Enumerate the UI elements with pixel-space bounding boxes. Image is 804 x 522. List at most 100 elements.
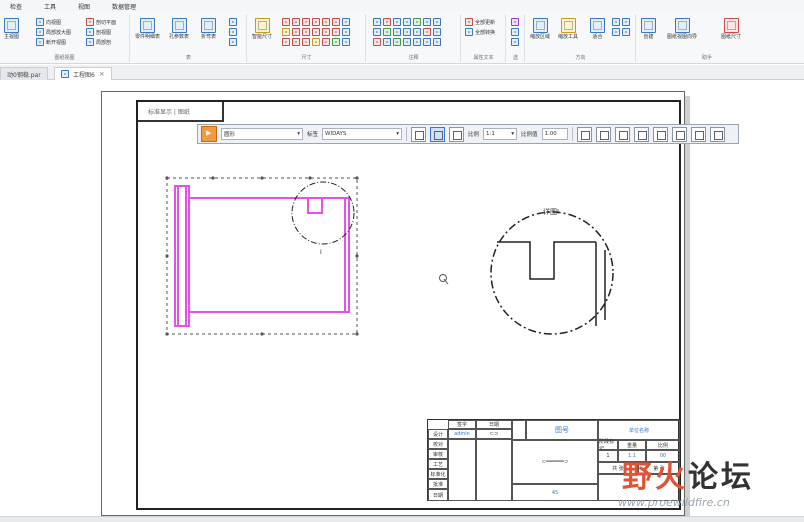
main-view-button[interactable]: 主视图: [4, 18, 19, 40]
pan-icon[interactable]: [612, 18, 620, 26]
annotation-tool-icon[interactable]: [393, 38, 401, 46]
tb-company: 单位名称: [598, 420, 680, 440]
select-tool-icon[interactable]: [511, 38, 519, 46]
view-wizard-button[interactable]: 图纸视图向导: [667, 18, 697, 40]
table-tool-icon[interactable]: [229, 38, 237, 46]
ribbon-group-assistant: 创建 图纸视图向导 图纸尺寸 助手: [637, 14, 777, 62]
dimension-tool-icon[interactable]: [342, 28, 350, 36]
detail-view-button[interactable]: 局部放大图: [36, 28, 71, 36]
convert-all-button[interactable]: 全部转换: [465, 28, 495, 36]
menu-item-data-management[interactable]: 数据管理: [112, 2, 136, 11]
shading-button[interactable]: [449, 126, 465, 142]
dimension-button[interactable]: [652, 126, 668, 142]
annotation-tool-icon[interactable]: [433, 28, 441, 36]
properties-button[interactable]: [633, 126, 649, 142]
cube-view-button[interactable]: [671, 126, 687, 142]
detail-style-dropdown[interactable]: 圆形 ▾: [221, 128, 303, 140]
annotation-tool-icon[interactable]: [433, 18, 441, 26]
dimension-tool-icon[interactable]: [302, 38, 310, 46]
menu-item-view[interactable]: 视图: [78, 2, 90, 11]
annotation-tool-icon[interactable]: [383, 28, 391, 36]
tb-row-label: 设计: [428, 429, 448, 439]
annotation-tool-icon[interactable]: [373, 18, 381, 26]
parts-list-button[interactable]: 零件明细表: [135, 18, 160, 40]
annotation-tool-icon[interactable]: [423, 38, 431, 46]
dimension-tool-icon[interactable]: [322, 38, 330, 46]
annotation-tool-icon[interactable]: [393, 28, 401, 36]
dimension-tool-icon[interactable]: [322, 28, 330, 36]
dimension-tool-icon[interactable]: [332, 18, 340, 26]
dimension-tool-icon[interactable]: [282, 28, 290, 36]
create-button[interactable]: 创建: [641, 18, 656, 40]
projected-view-button[interactable]: 向视图: [36, 18, 61, 26]
sheet-icon[interactable]: [612, 28, 620, 36]
update-all-button[interactable]: 全部更新: [465, 18, 495, 26]
broken-view-button[interactable]: 断开视图: [36, 38, 66, 46]
select-arrow-button[interactable]: [201, 126, 217, 142]
table-tool-icon[interactable]: [229, 18, 237, 26]
dimension-tool-icon[interactable]: [302, 28, 310, 36]
annotation-tool-icon[interactable]: [433, 38, 441, 46]
scale-dropdown[interactable]: 1:1 ▾: [483, 128, 518, 140]
zoom-icon[interactable]: [622, 18, 630, 26]
dimension-tool-icon[interactable]: [302, 18, 310, 26]
dimension-tool-icon[interactable]: [322, 18, 330, 26]
annotation-tool-icon[interactable]: [413, 38, 421, 46]
hole-table-icon: [171, 18, 187, 33]
menu-item-inspect[interactable]: 检查: [10, 2, 22, 11]
annotation-tool-icon[interactable]: [403, 18, 411, 26]
annotation-button[interactable]: [595, 126, 611, 142]
cutting-plane-button[interactable]: 剖切平面: [86, 18, 116, 26]
annotation-tool-icon[interactable]: [423, 18, 431, 26]
dimension-tool-icon[interactable]: [282, 38, 290, 46]
dimension-tool-icon[interactable]: [282, 18, 290, 26]
cube-view-alt-button[interactable]: [690, 126, 706, 142]
annotation-tool-icon[interactable]: [373, 38, 381, 46]
dimension-tool-icon[interactable]: [292, 18, 300, 26]
zoom-area-button[interactable]: 缩放区域: [530, 18, 550, 40]
annotation-tool-icon[interactable]: [423, 28, 431, 36]
break-out-section-button[interactable]: 局部剖: [86, 38, 111, 46]
section-view-button[interactable]: 剖视图: [86, 28, 111, 36]
select-tool-icon[interactable]: [511, 18, 519, 26]
scale-value-input[interactable]: 1.00: [541, 128, 568, 140]
tab-part-file[interactable]: 动0钢稳.par: [0, 67, 48, 80]
annotation-tool-icon[interactable]: [403, 38, 411, 46]
smart-dimension-button[interactable]: 智能尺寸: [252, 18, 272, 40]
break-out-section-icon: [86, 38, 94, 46]
annotation-tool-icon[interactable]: [403, 28, 411, 36]
fit-button[interactable]: 适合: [590, 18, 605, 40]
dimension-tool-icon[interactable]: [332, 28, 340, 36]
refresh-icon[interactable]: [622, 28, 630, 36]
select-tool-icon[interactable]: [511, 28, 519, 36]
dimension-tool-icon[interactable]: [292, 38, 300, 46]
view-display-button[interactable]: [430, 126, 446, 142]
close-icon[interactable]: ×: [99, 70, 105, 78]
menu-item-tools[interactable]: 工具: [44, 2, 56, 11]
dimension-tool-icon[interactable]: [342, 38, 350, 46]
hole-table-button[interactable]: 孔参数表: [169, 18, 189, 40]
annotation-tool-icon[interactable]: [373, 28, 381, 36]
tab-drawing[interactable]: 工程图6 ×: [54, 67, 112, 80]
sheet-size-button[interactable]: 图纸尺寸: [721, 18, 741, 40]
tb-row-label: 校对: [428, 439, 448, 449]
annotation-tool-icon[interactable]: [383, 38, 391, 46]
zoom-button[interactable]: [614, 126, 630, 142]
bend-table-button[interactable]: 折弯表: [201, 18, 216, 40]
label-input[interactable]: WIDAYS ▾: [322, 128, 403, 140]
edge-display-button[interactable]: [576, 126, 592, 142]
annotation-tool-icon[interactable]: [383, 18, 391, 26]
table-tool-icon[interactable]: [229, 28, 237, 36]
dimension-tool-icon[interactable]: [342, 18, 350, 26]
annotation-tool-icon[interactable]: [393, 18, 401, 26]
dimension-tool-icon[interactable]: [332, 38, 340, 46]
annotation-tool-icon[interactable]: [413, 18, 421, 26]
dimension-tool-icon[interactable]: [292, 28, 300, 36]
zoom-tool-button[interactable]: 缩放工具: [558, 18, 578, 40]
dimension-tool-icon[interactable]: [312, 18, 320, 26]
dimension-tool-icon[interactable]: [312, 28, 320, 36]
annotation-tool-icon[interactable]: [413, 28, 421, 36]
detail-type-button[interactable]: [411, 126, 427, 142]
lock-button[interactable]: [709, 126, 725, 142]
dimension-tool-icon[interactable]: [312, 38, 320, 46]
